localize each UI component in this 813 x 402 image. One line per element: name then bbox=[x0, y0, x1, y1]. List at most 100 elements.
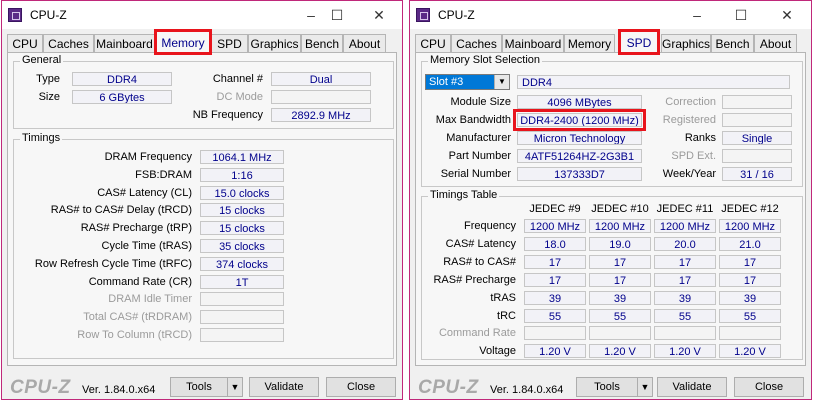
timing-cell: 1200 MHz bbox=[589, 219, 651, 233]
size-label: Size bbox=[38, 91, 60, 103]
tools-button[interactable]: Tools bbox=[170, 377, 228, 397]
group-title: Memory Slot Selection bbox=[428, 54, 543, 66]
timing-label: Command Rate (CR) bbox=[88, 275, 192, 288]
timing-value: 374 clocks bbox=[200, 256, 284, 271]
timing-cell: 17 bbox=[524, 272, 586, 287]
slot-type-value: DDR4 bbox=[517, 75, 790, 89]
ranks-label: Ranks bbox=[684, 132, 716, 144]
title-bar[interactable]: CPU-Z – ☐ ✕ bbox=[410, 1, 811, 29]
timing-cell: 1200 MHz bbox=[524, 219, 586, 233]
type-value: DDR4 bbox=[72, 72, 172, 86]
slot-select[interactable]: Slot #3 ▼ bbox=[425, 74, 510, 90]
tab-about[interactable]: About bbox=[343, 34, 386, 52]
tab-memory[interactable]: Memory bbox=[154, 29, 212, 55]
timing-cell: 55 bbox=[589, 308, 651, 323]
timing-row-label: tRAS bbox=[490, 291, 516, 304]
timing-label: Row Refresh Cycle Time (tRFC) bbox=[34, 257, 192, 270]
spd-ext-label: SPD Ext. bbox=[671, 150, 716, 162]
tab-caches[interactable]: Caches bbox=[43, 34, 94, 52]
validate-button[interactable]: Validate bbox=[657, 377, 727, 397]
timing-cell bbox=[524, 326, 586, 341]
timing-cell: 17 bbox=[719, 272, 781, 287]
registered-label: Registered bbox=[662, 114, 716, 126]
tab-graphics[interactable]: Graphics bbox=[661, 34, 711, 52]
column-header: JEDEC #10 bbox=[591, 203, 649, 215]
channel-label: Channel # bbox=[212, 73, 263, 85]
timing-row-label: Frequency bbox=[464, 220, 516, 232]
channel-value: Dual bbox=[271, 72, 371, 86]
tab-bar: CPU Caches Mainboard Memory SPD Graphics… bbox=[415, 29, 806, 55]
tools-button[interactable]: Tools bbox=[576, 377, 638, 397]
close-icon[interactable]: ✕ bbox=[778, 6, 796, 24]
timings-group: Timings DRAM Frequency 1064.1 MHz FSB:DRAM… bbox=[13, 132, 394, 359]
timing-cell: 1.20 V bbox=[589, 344, 651, 359]
timing-cell: 39 bbox=[654, 290, 716, 305]
timing-label: DRAM Idle Timer bbox=[108, 293, 192, 306]
manufacturer-label: Manufacturer bbox=[446, 132, 511, 144]
tab-graphics[interactable]: Graphics bbox=[248, 34, 301, 52]
column-header: JEDEC #9 bbox=[529, 203, 581, 215]
timing-label: FSB:DRAM bbox=[135, 168, 192, 181]
version-text: Ver. 1.84.0.x64 bbox=[82, 384, 156, 396]
tab-spd[interactable]: SPD bbox=[211, 34, 248, 52]
maximize-icon[interactable]: ☐ bbox=[328, 6, 346, 24]
cpuz-logo: CPU-Z bbox=[10, 377, 71, 398]
minimize-icon[interactable]: – bbox=[688, 6, 706, 24]
tab-cpu[interactable]: CPU bbox=[415, 34, 451, 52]
tab-memory[interactable]: Memory bbox=[564, 34, 615, 52]
dcmode-value bbox=[271, 90, 371, 104]
general-group: General Type DDR4 Size 6 GBytes Channel … bbox=[13, 54, 394, 129]
timing-row-label: RAS# to CAS# bbox=[443, 255, 516, 268]
timing-cell: 1.20 V bbox=[524, 344, 586, 359]
tab-caches[interactable]: Caches bbox=[451, 34, 502, 52]
timing-value bbox=[200, 328, 284, 342]
module-size-value: 4096 MBytes bbox=[517, 95, 642, 109]
timing-value: 15 clocks bbox=[200, 203, 284, 218]
tab-spd[interactable]: SPD bbox=[618, 29, 660, 55]
timing-cell: 39 bbox=[719, 290, 781, 305]
column-header: JEDEC #11 bbox=[656, 203, 714, 215]
tab-mainboard[interactable]: Mainboard bbox=[94, 34, 155, 52]
tools-dropdown-icon[interactable]: ▼ bbox=[227, 377, 243, 397]
cpuz-app-icon bbox=[8, 8, 22, 22]
title-bar[interactable]: CPU-Z – ☐ ✕ bbox=[2, 1, 402, 29]
tab-mainboard[interactable]: Mainboard bbox=[502, 34, 564, 52]
timing-cell: 39 bbox=[524, 290, 586, 305]
close-icon[interactable]: ✕ bbox=[370, 6, 388, 24]
minimize-icon[interactable]: – bbox=[302, 6, 320, 24]
week-year-value: 31 / 16 bbox=[722, 167, 792, 181]
max-bandwidth-label: Max Bandwidth bbox=[435, 114, 511, 126]
timing-label: DRAM Frequency bbox=[104, 151, 192, 163]
part-number-value: 4ATF51264HZ-2G3B1 bbox=[517, 149, 642, 163]
tab-about[interactable]: About bbox=[754, 34, 797, 52]
timing-cell: 18.0 bbox=[524, 236, 586, 251]
timing-cell: 1200 MHz bbox=[719, 219, 781, 233]
close-button[interactable]: Close bbox=[734, 377, 804, 397]
group-title: Timings bbox=[20, 132, 63, 144]
timing-label: RAS# Precharge (tRP) bbox=[80, 222, 192, 235]
dcmode-label: DC Mode bbox=[216, 91, 263, 103]
timing-cell: 17 bbox=[719, 254, 781, 269]
close-button[interactable]: Close bbox=[326, 377, 396, 397]
timing-cell bbox=[589, 326, 651, 341]
chevron-down-icon[interactable]: ▼ bbox=[494, 75, 509, 89]
timing-cell: 1.20 V bbox=[654, 344, 716, 359]
timing-row-label: RAS# Precharge bbox=[433, 273, 516, 286]
cpuz-window-spd: CPU-Z – ☐ ✕ CPU Caches Mainboard Memory … bbox=[409, 0, 812, 400]
week-year-label: Week/Year bbox=[662, 168, 716, 180]
tab-cpu[interactable]: CPU bbox=[7, 34, 43, 52]
tab-bench[interactable]: Bench bbox=[301, 34, 343, 52]
timing-cell: 17 bbox=[654, 272, 716, 287]
correction-label: Correction bbox=[665, 96, 716, 108]
maximize-icon[interactable]: ☐ bbox=[732, 6, 750, 24]
timing-cell: 21.0 bbox=[719, 236, 781, 251]
validate-button[interactable]: Validate bbox=[249, 377, 319, 397]
cpuz-app-icon bbox=[416, 8, 430, 22]
timings-table-group: Timings Table JEDEC #9 JEDEC #10 JEDEC #11… bbox=[421, 189, 803, 360]
column-header: JEDEC #12 bbox=[721, 203, 779, 215]
timing-value bbox=[200, 310, 284, 325]
tools-dropdown-icon[interactable]: ▼ bbox=[637, 377, 653, 397]
timing-cell: 17 bbox=[654, 254, 716, 269]
timing-cell: 17 bbox=[524, 254, 586, 269]
tab-bench[interactable]: Bench bbox=[711, 34, 754, 52]
